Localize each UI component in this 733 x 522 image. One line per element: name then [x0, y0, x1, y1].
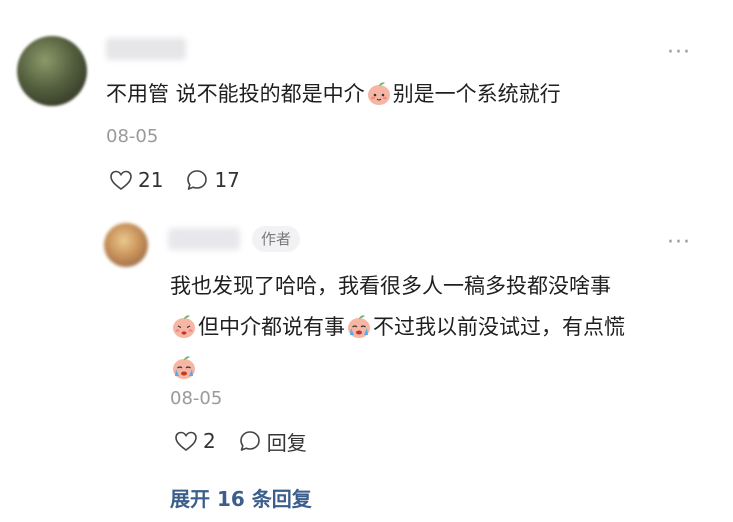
- peach-crying-emoji-icon: [348, 315, 370, 338]
- comment-text: 不用管 说不能投的都是中介 别是一个系统就行: [106, 79, 561, 109]
- peach-crying-emoji-icon: [173, 356, 195, 379]
- expand-replies-link[interactable]: 展开 16 条回复: [170, 483, 312, 512]
- reply-more-options-icon[interactable]: ···: [667, 230, 691, 255]
- comment-count: 17: [214, 168, 240, 192]
- comment-date: 08-05: [106, 126, 159, 147]
- heart-icon: [110, 170, 132, 190]
- reply-author-avatar[interactable]: [104, 223, 148, 267]
- reply-text-line-2b: 不过我以前没试过，有点慌: [373, 315, 625, 339]
- reply-label: 回复: [266, 430, 307, 455]
- like-button[interactable]: 21: [109, 168, 163, 192]
- peach-worried-emoji-icon: [173, 315, 195, 338]
- comment-text-part-2: 别是一个系统就行: [392, 82, 561, 106]
- reply-like-button[interactable]: 2: [174, 429, 216, 453]
- reply-text-line-1: 我也发现了哈哈，我看很多人一稿多投都没啥事: [170, 274, 611, 298]
- comment-button[interactable]: 17: [185, 168, 240, 192]
- reply-author-username[interactable]: [168, 228, 240, 250]
- reply-like-count: 2: [203, 429, 216, 453]
- reply-actions: 2 回复: [174, 426, 329, 456]
- commenter-username[interactable]: [106, 38, 186, 60]
- reply-text: 我也发现了哈哈，我看很多人一稿多投都没啥事 但中介都说有事 不过我以前没试过，有…: [170, 266, 710, 389]
- heart-icon: [175, 431, 197, 451]
- comment-bubble-icon: [239, 431, 260, 451]
- comment-bubble-icon: [187, 170, 208, 190]
- reply-button[interactable]: 回复: [238, 427, 307, 456]
- like-count: 21: [138, 168, 164, 192]
- author-badge: 作者: [252, 226, 301, 252]
- comment-actions: 21 17: [109, 166, 262, 194]
- comment-text-part-1: 不用管 说不能投的都是中介: [106, 82, 365, 106]
- reply-text-line-2a: 但中介都说有事: [198, 315, 345, 339]
- commenter-avatar[interactable]: [17, 36, 87, 106]
- more-options-icon[interactable]: ···: [667, 40, 691, 65]
- reply-date: 08-05: [170, 388, 223, 409]
- peach-shy-emoji-icon: [367, 82, 390, 105]
